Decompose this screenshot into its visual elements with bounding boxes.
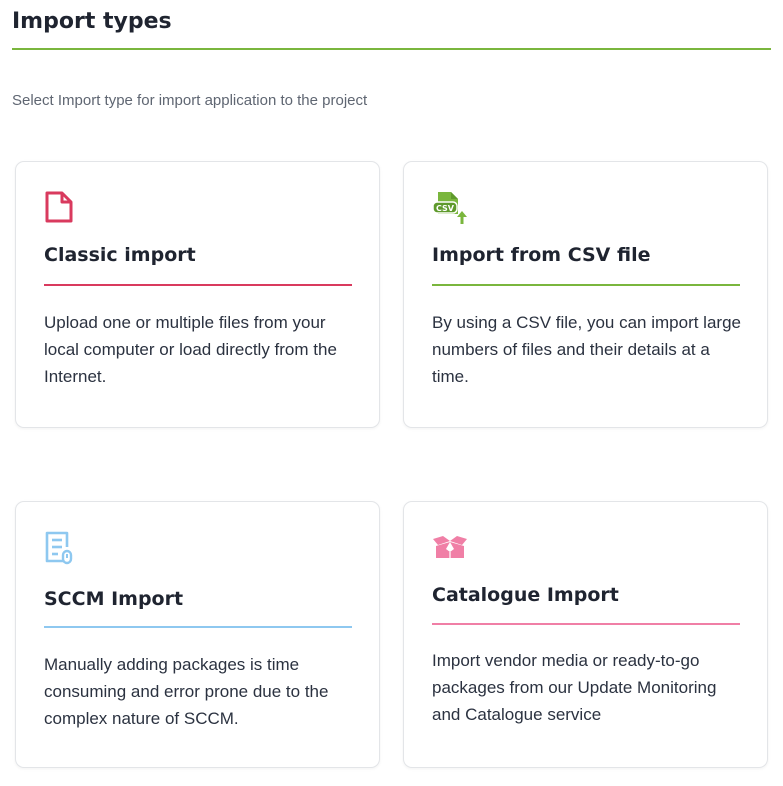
- card-description: Upload one or multiple files from your l…: [44, 313, 337, 386]
- card-description: By using a CSV file, you can import larg…: [432, 313, 741, 386]
- title-divider: [12, 48, 771, 50]
- file-icon: [44, 190, 76, 226]
- card-title: Import from CSV file: [432, 244, 651, 266]
- page-subtitle: Select Import type for import applicatio…: [12, 92, 368, 109]
- csv-import-card[interactable]: CSV Import from CSV file By using a CSV …: [403, 161, 768, 428]
- card-description: Import vendor media or ready-to-go packa…: [432, 651, 717, 724]
- card-divider: [44, 284, 352, 286]
- card-divider: [44, 626, 352, 628]
- card-divider: [432, 623, 740, 625]
- card-title: SCCM Import: [44, 588, 184, 610]
- card-title: Catalogue Import: [432, 584, 619, 606]
- sccm-icon: [44, 530, 76, 566]
- page-title: Import types: [12, 9, 172, 34]
- csv-upload-icon: CSV: [432, 190, 467, 226]
- card-divider: [432, 284, 740, 286]
- classic-import-card[interactable]: Classic import Upload one or multiple fi…: [15, 161, 380, 428]
- sccm-import-card[interactable]: SCCM Import Manually adding packages is …: [15, 501, 380, 768]
- svg-text:CSV: CSV: [436, 204, 455, 213]
- card-title: Classic import: [44, 244, 196, 266]
- card-description: Manually adding packages is time consumi…: [44, 655, 329, 728]
- catalogue-import-card[interactable]: Catalogue Import Import vendor media or …: [403, 501, 768, 768]
- open-box-icon: [432, 530, 467, 566]
